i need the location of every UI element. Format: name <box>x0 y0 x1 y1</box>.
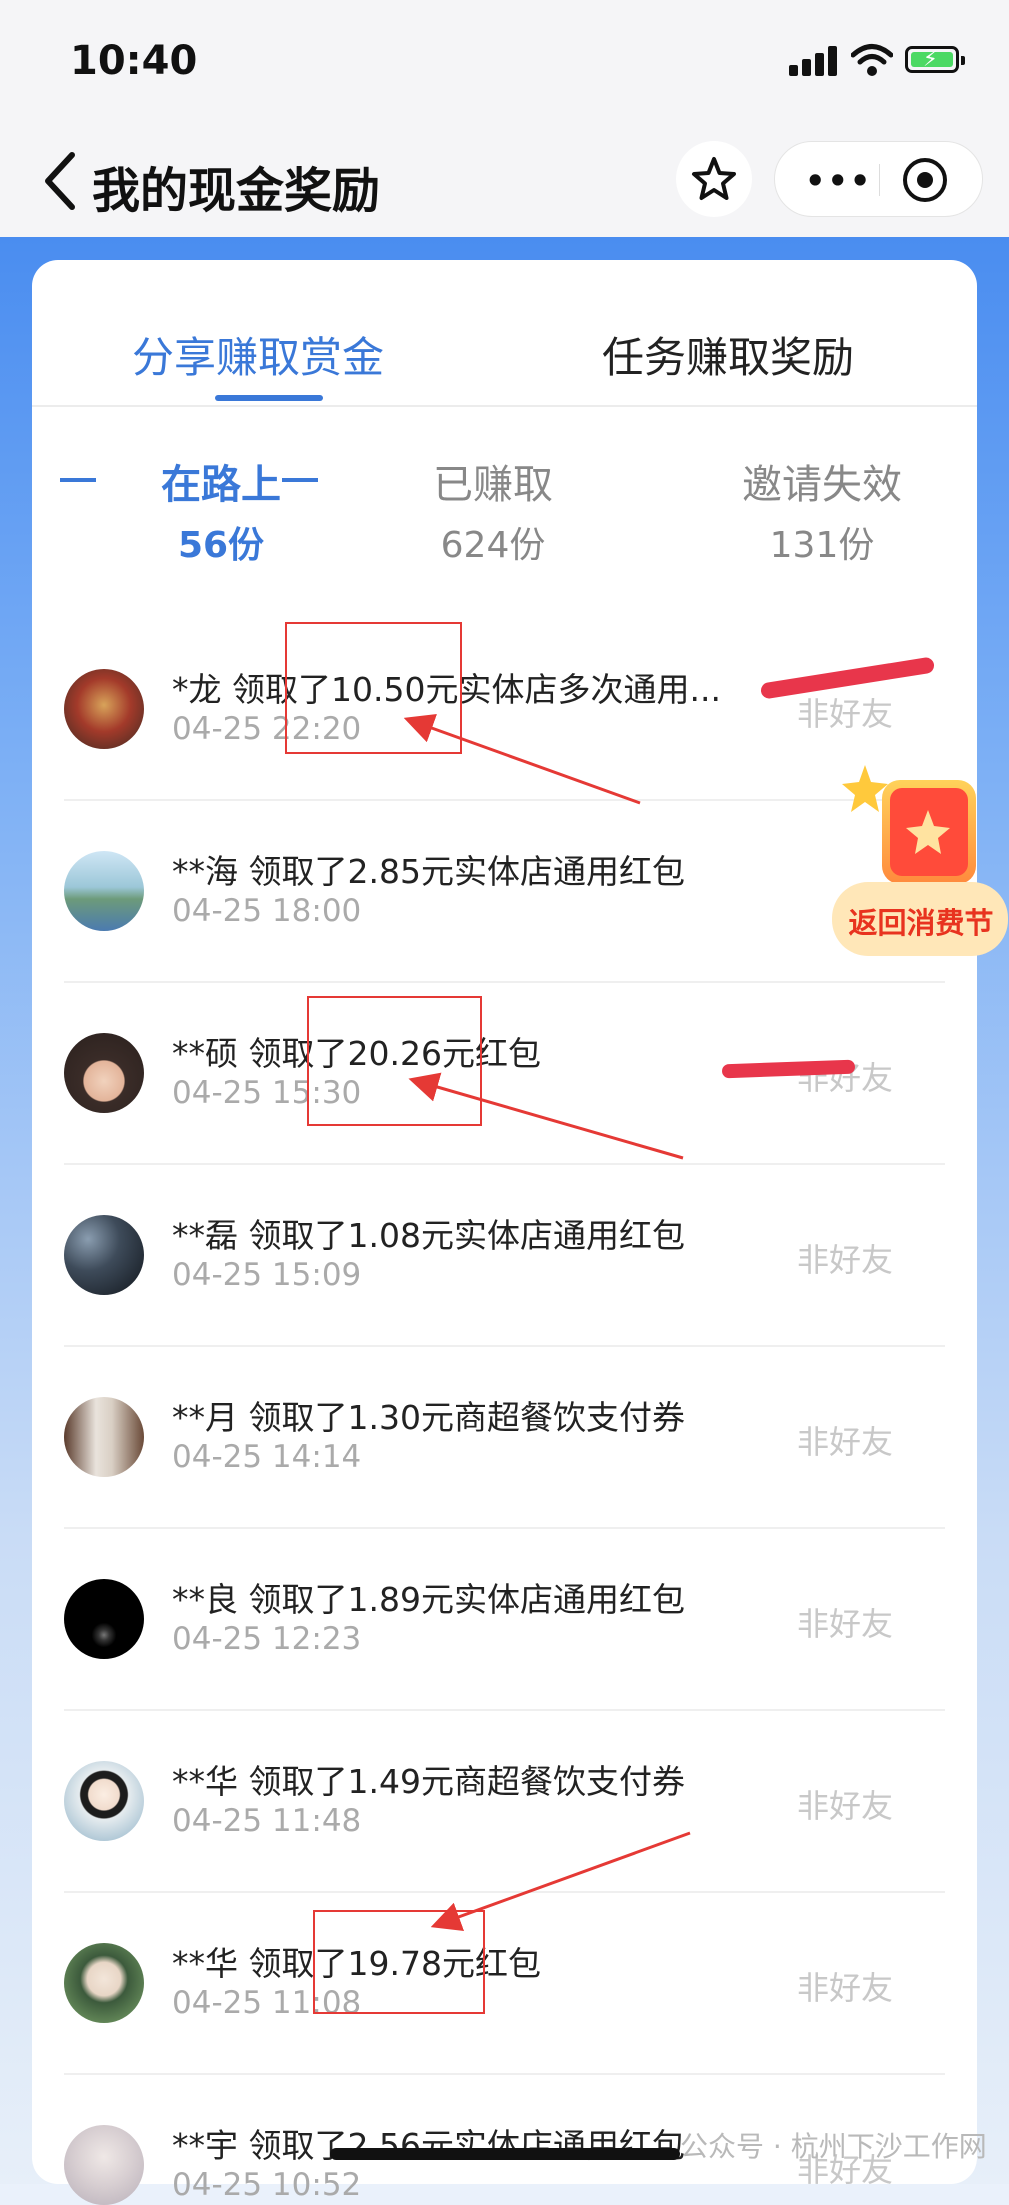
annotation-arrow <box>408 1072 684 1160</box>
annotation-arrows <box>403 713 691 1931</box>
back-to-festival-label: 返回消费节 <box>848 906 994 940</box>
watermark: 公众号 · 杭州下沙工作网 <box>680 2130 987 2163</box>
back-to-festival-button[interactable]: 返回消费节 <box>830 760 1009 960</box>
annotation-arrow <box>403 713 641 805</box>
home-indicator <box>330 2148 680 2160</box>
annotation-arrow <box>430 1831 691 1931</box>
